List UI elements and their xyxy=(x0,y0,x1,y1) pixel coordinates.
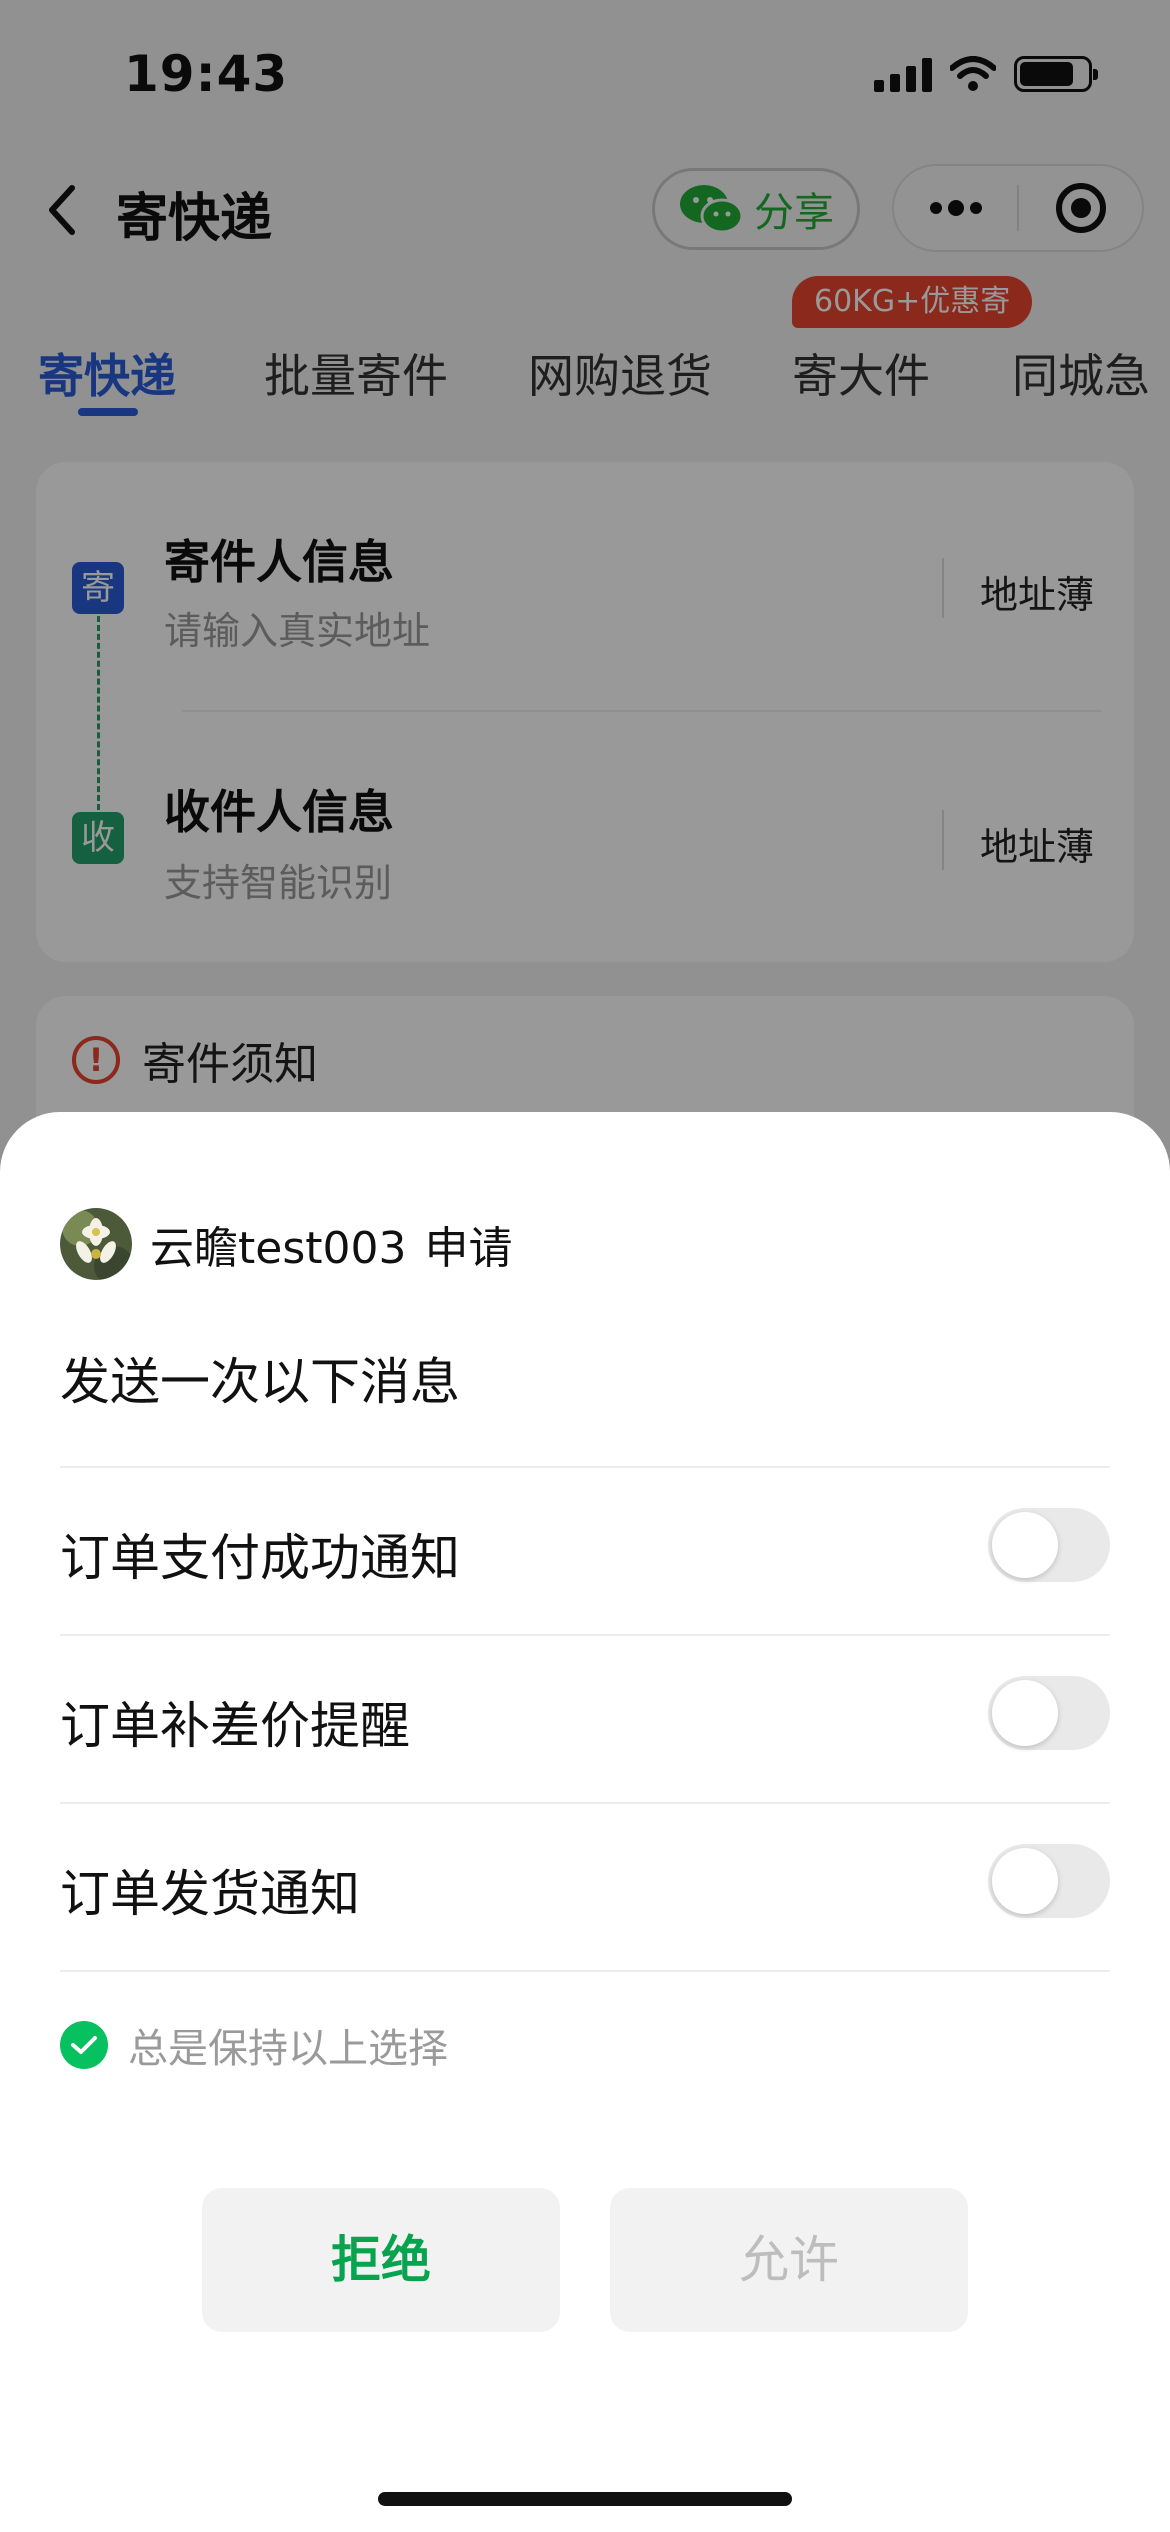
payment-success-toggle[interactable] xyxy=(988,1508,1110,1582)
requester-name: 云瞻test003 xyxy=(150,1223,407,1274)
option-price-difference: 订单补差价提醒 xyxy=(60,1636,1110,1802)
checkmark-icon[interactable] xyxy=(60,2021,108,2069)
option-label: 订单补差价提醒 xyxy=(60,1697,410,1755)
requester-action: 申请 xyxy=(424,1223,513,1274)
option-shipping-notice: 订单发货通知 xyxy=(60,1804,1110,1970)
option-label: 订单发货通知 xyxy=(60,1865,360,1923)
keep-choice-label: 总是保持以上选择 xyxy=(128,2026,448,2072)
option-payment-success: 订单支付成功通知 xyxy=(60,1468,1110,1634)
sheet-title: 发送一次以下消息 xyxy=(60,1353,460,1411)
price-difference-toggle[interactable] xyxy=(988,1676,1110,1750)
option-label: 订单支付成功通知 xyxy=(60,1529,460,1587)
home-indicator[interactable] xyxy=(378,2492,792,2506)
requester-row: 云瞻test003 申请 xyxy=(60,1208,512,1280)
allow-button[interactable]: 允许 xyxy=(610,2188,968,2332)
reject-button[interactable]: 拒绝 xyxy=(202,2188,560,2332)
shipping-notice-toggle[interactable] xyxy=(988,1844,1110,1918)
requester-avatar xyxy=(60,1208,132,1280)
subscribe-message-sheet: 云瞻test003 申请 发送一次以下消息 订单支付成功通知 订单补差价提醒 订… xyxy=(0,1112,1170,2532)
keep-choice-row[interactable]: 总是保持以上选择 xyxy=(60,2016,448,2074)
